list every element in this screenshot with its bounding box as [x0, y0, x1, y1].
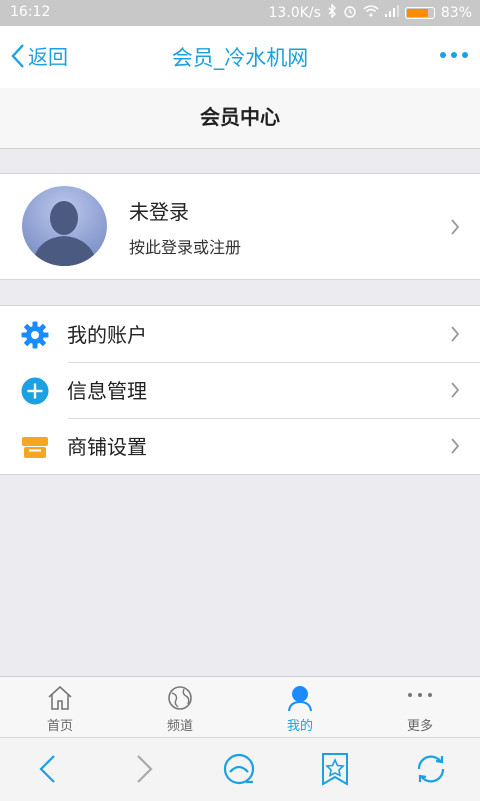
refresh-icon[interactable]: [414, 752, 448, 786]
tab-bar: 首页 频道 我的 更多: [0, 676, 480, 737]
back-arrow-icon[interactable]: [32, 752, 66, 786]
more-menu-button[interactable]: [440, 52, 468, 58]
page-title: 会员_冷水机网: [171, 46, 309, 70]
shop-icon: [22, 437, 48, 458]
battery-percent: 83%: [440, 5, 472, 21]
bookmark-star-icon[interactable]: [318, 752, 352, 786]
battery-fill: [406, 9, 428, 17]
network-speed: 13.0K/s: [268, 5, 321, 21]
forward-arrow-icon[interactable]: [126, 752, 160, 786]
tab-mine[interactable]: 我的: [240, 677, 360, 737]
tab-label: 首页: [46, 719, 73, 734]
tab-home[interactable]: 首页: [0, 677, 120, 737]
more-dots-icon: [440, 52, 446, 58]
section-title: 会员中心: [0, 88, 480, 149]
alarm-icon: [343, 4, 357, 22]
menu-item-label: 我的账户: [67, 323, 147, 347]
wifi-icon: [363, 5, 379, 21]
login-row[interactable]: 未登录 按此登录或注册: [0, 173, 480, 280]
menu-item-my-account[interactable]: 我的账户: [0, 306, 480, 362]
signal-icon: [384, 5, 399, 21]
plus-circle-icon: [21, 377, 49, 405]
tab-more[interactable]: 更多: [360, 677, 480, 737]
status-bar: 16:12 13.0K/s 83%: [0, 0, 480, 26]
tab-label: 频道: [166, 719, 193, 734]
browser-toolbar: [0, 737, 480, 801]
more-dots-icon: [408, 693, 432, 697]
nav-bar: 返回 会员_冷水机网: [0, 26, 480, 88]
chevron-right-icon: [451, 382, 460, 398]
status-time: 16:12: [10, 4, 51, 20]
menu-item-info-management[interactable]: 信息管理: [0, 362, 480, 418]
bluetooth-icon: [327, 3, 337, 22]
globe-icon: [168, 686, 192, 710]
home-icon: [48, 685, 72, 710]
gear-icon: [21, 321, 49, 349]
battery-icon: [404, 7, 435, 19]
default-avatar-icon: [22, 186, 107, 266]
login-status: 未登录: [129, 200, 189, 224]
chevron-right-icon: [451, 326, 460, 342]
menu-list: 我的账户 信息管理 商铺设置: [0, 305, 480, 475]
menu-item-shop-settings[interactable]: 商铺设置: [0, 418, 480, 474]
menu-item-label: 商铺设置: [67, 435, 147, 459]
tab-label: 我的: [286, 719, 313, 734]
chevron-right-icon: [451, 438, 460, 454]
user-icon: [288, 686, 312, 711]
chevron-right-icon: [451, 219, 460, 235]
tab-label: 更多: [406, 719, 433, 734]
login-hint: 按此登录或注册: [129, 238, 242, 257]
menu-item-label: 信息管理: [67, 379, 147, 403]
tab-channel[interactable]: 频道: [120, 677, 240, 737]
browser-home-icon[interactable]: [222, 752, 256, 786]
